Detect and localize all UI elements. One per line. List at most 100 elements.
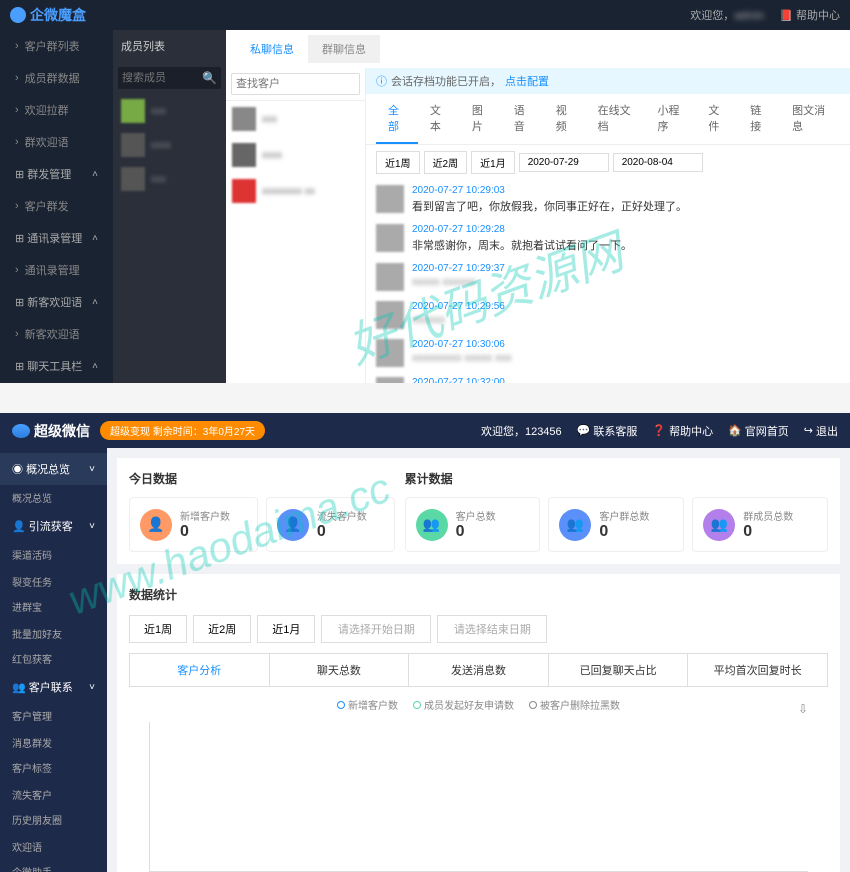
tab-reply-ratio[interactable]: 已回复聊天占比 xyxy=(549,654,689,686)
filter-video[interactable]: 视频 xyxy=(544,94,586,144)
date-start-input[interactable]: 请选择开始日期 xyxy=(321,615,431,643)
filter-all[interactable]: 全部 xyxy=(376,94,418,144)
nav-acquisition[interactable]: 👤 引流获客˅ xyxy=(0,510,107,542)
contact-item[interactable]: xxxxxxxx xx xyxy=(226,173,365,209)
btn-2week[interactable]: 近2周 xyxy=(193,615,251,643)
stat-value: 0 xyxy=(743,523,793,541)
nav-sub-item[interactable]: 欢迎语 xyxy=(12,839,42,854)
contact-item[interactable]: xxxx xyxy=(226,137,365,173)
nav-customer-groupsend[interactable]: › 客户群发 xyxy=(0,190,113,222)
nav-sub-item[interactable]: 消息群发 xyxy=(12,735,52,750)
nav-overview-sub[interactable]: 概况总览 xyxy=(12,490,52,505)
stat-card: 👤 新增客户数 0 xyxy=(129,497,258,552)
nav-contacts[interactable]: ⊞ 通讯录管理˄ xyxy=(0,222,113,254)
total-title: 累计数据 xyxy=(405,470,828,487)
nav-welcome-group[interactable]: › 欢迎拉群 xyxy=(0,94,113,126)
cloud-icon xyxy=(12,424,30,438)
member-item[interactable]: xxx xyxy=(113,162,226,196)
nav-chat-toolbar[interactable]: ⊞ 聊天工具栏˄ xyxy=(0,350,113,382)
msg-avatar xyxy=(376,185,404,213)
nav-overview[interactable]: ◉ 概况总览˅ xyxy=(0,453,107,485)
nav-sub-item[interactable]: 批量加好友 xyxy=(12,626,62,641)
app2-logo-text: 超级微信 xyxy=(34,421,90,441)
tab-group[interactable]: 群聊信息 xyxy=(308,35,380,63)
legend-new: 新增客户数 xyxy=(348,697,398,712)
msg-text: 非常感谢你，周末。就抱着试试看问了一下。 xyxy=(412,237,840,253)
tab-avg-reply[interactable]: 平均首次回复时长 xyxy=(688,654,827,686)
contact-item[interactable]: xxx xyxy=(226,101,365,137)
app2-header: 超级微信 超级变现 剩余时间：3年0月27天 欢迎您，123456 💬 联系客服… xyxy=(0,413,850,448)
contact-link[interactable]: 💬 联系客服 xyxy=(577,423,638,439)
nav-sub-item[interactable]: 客户标签 xyxy=(12,760,52,775)
help-link[interactable]: 📕 帮助中心 xyxy=(779,7,840,23)
date-1week[interactable]: 近1周 xyxy=(376,151,420,174)
filter-richtext[interactable]: 图文消息 xyxy=(780,94,840,144)
help-link[interactable]: ❓ 帮助中心 xyxy=(652,423,713,439)
filter-image[interactable]: 图片 xyxy=(460,94,502,144)
msg-time: 2020-07-27 10:30:06 xyxy=(412,339,840,350)
stat-card: 👥 群成员总数 0 xyxy=(692,497,828,552)
nav-sub-item[interactable]: 流失客户 xyxy=(12,787,52,802)
msg-time: 2020-07-27 10:29:56 xyxy=(412,301,840,312)
nav-group-send[interactable]: ⊞ 群发管理˄ xyxy=(0,158,113,190)
filter-miniapp[interactable]: 小程序 xyxy=(645,94,696,144)
member-item[interactable]: xxx xyxy=(113,94,226,128)
filter-voice[interactable]: 语音 xyxy=(502,94,544,144)
nav-sub-item[interactable]: 渠道活码 xyxy=(12,547,52,562)
search-icon[interactable]: 🔍 xyxy=(202,71,217,85)
stat-card: 👥 客户总数 0 xyxy=(405,497,541,552)
tab-msg-sent[interactable]: 发送消息数 xyxy=(409,654,549,686)
msg-text: xxxxxx xyxy=(412,314,840,326)
contact-search-input[interactable] xyxy=(231,73,360,95)
date-end-input[interactable]: 请选择结束日期 xyxy=(437,615,547,643)
nav-new-welcome-sub[interactable]: › 新客欢迎语 xyxy=(0,318,113,350)
home-link[interactable]: 🏠 官网首页 xyxy=(728,423,789,439)
date-from[interactable] xyxy=(519,153,609,172)
nav-member-group-data[interactable]: › 成员群数据 xyxy=(0,62,113,94)
nav-sub-item[interactable]: 进群宝 xyxy=(12,599,42,614)
expiry-badge: 超级变现 剩余时间：3年0月27天 xyxy=(100,421,265,440)
nav-new-welcome[interactable]: ⊞ 新客欢迎语˄ xyxy=(0,286,113,318)
member-item[interactable]: xxxx xyxy=(113,128,226,162)
nav-sub-item[interactable]: 客户管理 xyxy=(12,708,52,723)
nav-customer-contact[interactable]: 👥 客户联系˅ xyxy=(0,671,107,703)
btn-1month[interactable]: 近1月 xyxy=(257,615,315,643)
nav-sub-item[interactable]: 裂变任务 xyxy=(12,574,52,589)
tab-chat-total[interactable]: 聊天总数 xyxy=(270,654,410,686)
tab-customer-analysis[interactable]: 客户分析 xyxy=(130,654,270,686)
member-search-input[interactable] xyxy=(122,72,202,84)
stat-icon: 👥 xyxy=(703,509,735,541)
logout-link[interactable]: ↪ 退出 xyxy=(804,423,838,439)
nav-sub-item[interactable]: 红包获客 xyxy=(12,651,52,666)
date-1month[interactable]: 近1月 xyxy=(471,151,515,174)
btn-1week[interactable]: 近1周 xyxy=(129,615,187,643)
msg-avatar xyxy=(376,263,404,291)
app2-logo: 超级微信 xyxy=(12,421,90,441)
nav-customer-group-list[interactable]: › 客户群列表 xyxy=(0,30,113,62)
filter-file[interactable]: 文件 xyxy=(696,94,738,144)
date-2week[interactable]: 近2周 xyxy=(424,151,468,174)
nav-sub-item[interactable]: 历史朋友圈 xyxy=(12,812,62,827)
msg-time: 2020-07-27 10:29:28 xyxy=(412,224,840,235)
msg-avatar xyxy=(376,377,404,383)
nav-group-welcome[interactable]: › 群欢迎语 xyxy=(0,126,113,158)
notice-text: 会话存档功能已开启， xyxy=(391,73,501,89)
filter-text[interactable]: 文本 xyxy=(418,94,460,144)
members-title: 成员列表 xyxy=(113,30,226,62)
filter-link[interactable]: 链接 xyxy=(738,94,780,144)
app1-sidebar: › 客户群列表 › 成员群数据 › 欢迎拉群 › 群欢迎语 ⊞ 群发管理˄ › … xyxy=(0,30,113,383)
download-icon[interactable]: ⇩ xyxy=(798,702,808,716)
message-item: 2020-07-27 10:29:56 xxxxxx xyxy=(376,301,840,329)
notice-bar: ⓘ 会话存档功能已开启， 点击配置 xyxy=(366,68,850,94)
nav-sub-item[interactable]: 企微助手 xyxy=(12,864,52,872)
filter-doc[interactable]: 在线文档 xyxy=(586,94,646,144)
legend-dot-icon xyxy=(413,701,421,709)
stat-icon: 👤 xyxy=(140,509,172,541)
data-title: 数据统计 xyxy=(129,586,828,603)
nav-contacts-sub[interactable]: › 通讯录管理 xyxy=(0,254,113,286)
nav-toolbar-sub[interactable]: › 应用配置 xyxy=(0,382,113,383)
notice-link[interactable]: 点击配置 xyxy=(505,73,549,89)
member-search[interactable]: 🔍 xyxy=(118,67,221,89)
date-to[interactable] xyxy=(613,153,703,172)
tab-private[interactable]: 私聊信息 xyxy=(236,35,308,63)
